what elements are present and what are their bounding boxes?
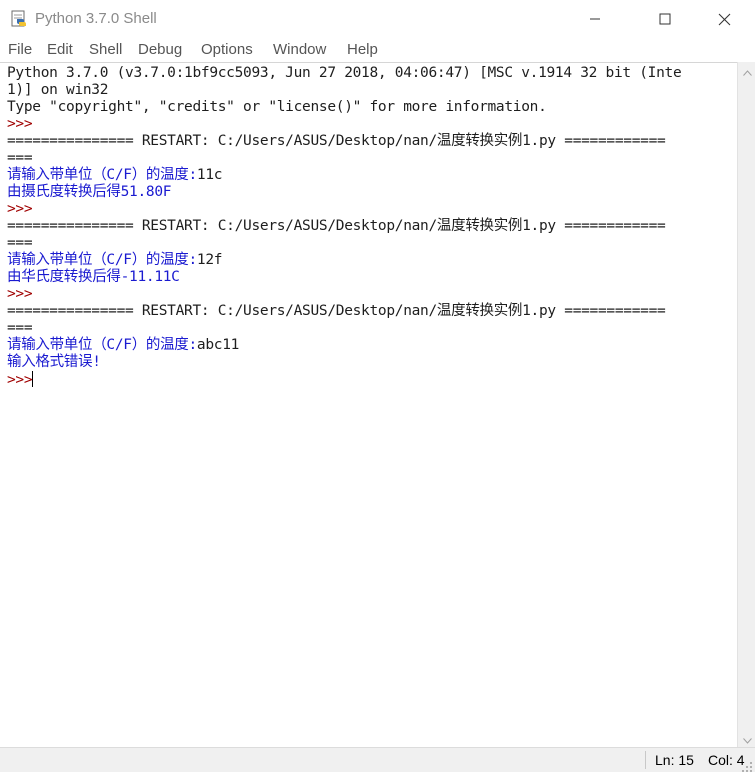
console-line: 请输入带单位（C/F）的温度:11c (7, 167, 681, 184)
minimize-icon (589, 13, 601, 25)
line-text: Python 3.7.0 (v3.7.0:1bf9cc5093, Jun 27 … (7, 65, 682, 81)
menu-help[interactable]: Help (347, 41, 378, 58)
maximize-button[interactable] (642, 0, 688, 38)
scroll-up-button[interactable] (738, 62, 755, 79)
user-input-text: 12f (196, 252, 223, 268)
shell-prompt-line: >>> (7, 116, 681, 133)
text-cursor (32, 371, 34, 387)
menu-file[interactable]: File (8, 41, 32, 58)
console-line: 请输入带单位（C/F）的温度:abc11 (7, 337, 681, 354)
window-title: Python 3.7.0 Shell (35, 10, 157, 27)
restart-banner-line: === (7, 320, 681, 337)
menu-edit[interactable]: Edit (47, 41, 73, 58)
line-text: 请输入带单位（C/F）的温度: (7, 167, 197, 183)
user-input-text: abc11 (196, 337, 240, 353)
line-text: === (7, 235, 33, 251)
shell-prompt-line: >>> (7, 371, 681, 388)
menu-bar: File Edit Shell Debug Options Window Hel… (0, 38, 755, 62)
line-text: =============== RESTART: C:/Users/ASUS/D… (7, 218, 666, 234)
shell-prompt-line: >>> (7, 286, 681, 303)
restart-banner-line: =============== RESTART: C:/Users/ASUS/D… (7, 303, 681, 320)
menu-window[interactable]: Window (273, 41, 326, 58)
scroll-down-button[interactable] (738, 730, 755, 747)
console-line: 由华氏度转换后得-11.11C (7, 269, 681, 286)
scroll-up-arrow-icon (742, 61, 752, 80)
close-icon (718, 13, 731, 26)
console-line: Python 3.7.0 (v3.7.0:1bf9cc5093, Jun 27 … (7, 65, 682, 82)
line-text: 请输入带单位（C/F）的温度: (7, 252, 197, 268)
maximize-icon (659, 13, 671, 25)
python-idle-icon (10, 10, 28, 28)
minimize-button[interactable] (572, 0, 618, 38)
console-line: 由摄氏度转换后得51.80F (7, 184, 681, 201)
prompt-text: >>> (7, 201, 33, 217)
status-line-number: Ln: 15 (655, 752, 694, 768)
line-text: 输入格式错误! (7, 354, 101, 370)
restart-banner-line: === (7, 150, 681, 167)
line-text: =============== RESTART: C:/Users/ASUS/D… (7, 303, 666, 319)
shell-prompt-line: >>> (7, 201, 681, 218)
line-text: =============== RESTART: C:/Users/ASUS/D… (7, 133, 666, 149)
scroll-down-arrow-icon (742, 729, 752, 748)
line-text: 由摄氏度转换后得51.80F (7, 184, 172, 200)
status-column-number: Col: 4 (708, 752, 745, 768)
line-text: 1)] on win32 (7, 82, 109, 98)
console-line: 请输入带单位（C/F）的温度:12f (7, 252, 681, 269)
prompt-text: >>> (7, 116, 33, 132)
restart-banner-line: === (7, 235, 681, 252)
prompt-text: >>> (7, 372, 33, 388)
vertical-scrollbar[interactable] (737, 62, 755, 747)
line-text: === (7, 150, 33, 166)
restart-banner-line: =============== RESTART: C:/Users/ASUS/D… (7, 133, 681, 150)
console-line: 1)] on win32 (7, 82, 681, 99)
title-bar[interactable]: Python 3.7.0 Shell (0, 0, 755, 38)
status-bar: Ln: 15 Col: 4 (0, 747, 755, 772)
console-line: Type "copyright", "credits" or "license(… (7, 99, 681, 116)
resize-grip-icon[interactable] (741, 758, 753, 772)
line-text: Type "copyright", "credits" or "license(… (7, 99, 547, 115)
restart-banner-line: =============== RESTART: C:/Users/ASUS/D… (7, 218, 681, 235)
shell-text-area[interactable]: Python 3.7.0 (v3.7.0:1bf9cc5093, Jun 27 … (0, 62, 737, 748)
menu-options[interactable]: Options (201, 41, 253, 58)
console-line: 输入格式错误! (7, 354, 681, 371)
line-text: 请输入带单位（C/F）的温度: (7, 337, 197, 353)
line-text: === (7, 320, 33, 336)
close-button[interactable] (701, 0, 747, 38)
menu-debug[interactable]: Debug (138, 41, 182, 58)
menu-shell[interactable]: Shell (89, 41, 122, 58)
console-output[interactable]: Python 3.7.0 (v3.7.0:1bf9cc5093, Jun 27 … (7, 65, 682, 388)
user-input-text: 11c (196, 167, 223, 183)
line-text: 由华氏度转换后得-11.11C (7, 269, 180, 285)
status-separator (645, 751, 646, 769)
prompt-text: >>> (7, 286, 33, 302)
